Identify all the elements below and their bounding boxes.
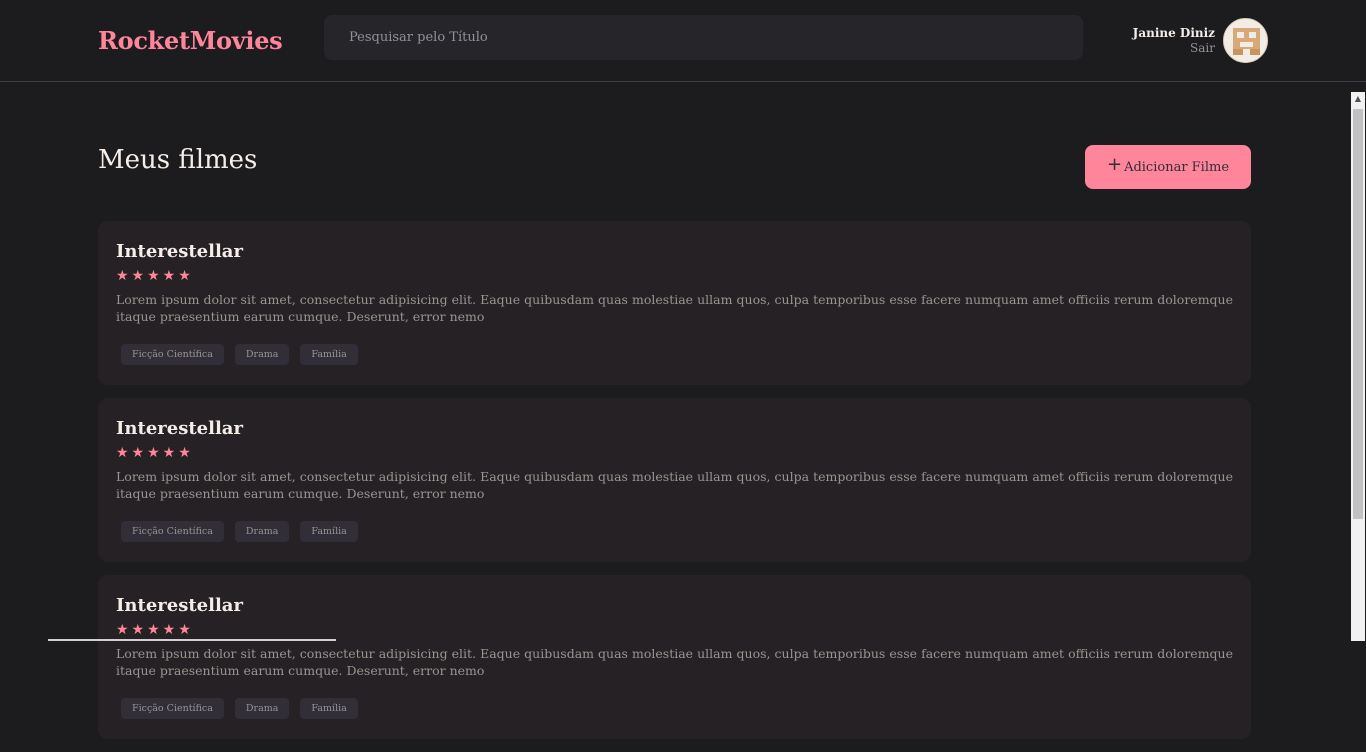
brand-logo[interactable]: RocketMovies [98,26,282,55]
tag-list: Ficção Científica Drama Família [121,698,1233,719]
rating-stars-icon: ★★★★★ [116,444,1233,462]
plus-icon: + [1107,156,1122,174]
tag: Ficção Científica [121,521,224,542]
tag: Família [300,698,357,719]
avatar[interactable] [1223,18,1268,63]
movie-description: Lorem ipsum dolor sit amet, consectetur … [116,469,1233,502]
movie-list: Interestellar ★★★★★ Lorem ipsum dolor si… [98,221,1251,752]
logout-link[interactable]: Sair [1133,41,1215,56]
movie-title: Interestellar [116,241,1233,263]
user-profile: Janine Diniz Sair [1133,18,1268,63]
profile-text: Janine Diniz Sair [1133,26,1215,56]
add-movie-label: Adicionar Filme [1124,160,1229,175]
tag: Família [300,521,357,542]
tag-list: Ficção Científica Drama Família [121,521,1233,542]
tag: Família [300,344,357,365]
movie-title: Interestellar [116,595,1233,617]
tag: Ficção Científica [121,344,224,365]
add-movie-button[interactable]: + Adicionar Filme [1085,145,1251,189]
avatar-image-icon [1224,19,1268,63]
movie-description: Lorem ipsum dolor sit amet, consectetur … [116,292,1233,325]
search-input[interactable] [324,15,1083,60]
tag: Drama [235,698,290,719]
tag: Drama [235,344,290,365]
user-name: Janine Diniz [1133,26,1215,41]
movie-title: Interestellar [116,418,1233,440]
movie-card[interactable]: Interestellar ★★★★★ Lorem ipsum dolor si… [98,221,1251,385]
scroll-up-icon[interactable]: ▲ [1351,92,1365,106]
scrollbar-thumb[interactable] [1353,109,1363,519]
movie-description: Lorem ipsum dolor sit amet, consectetur … [116,646,1233,679]
movie-card[interactable]: Interestellar ★★★★★ Lorem ipsum dolor si… [98,575,1251,739]
tag: Drama [235,521,290,542]
rating-stars-icon: ★★★★★ [116,267,1233,285]
app-header: RocketMovies Janine Diniz Sair [0,0,1366,82]
rating-stars-icon: ★★★★★ [116,621,1233,639]
tag: Ficção Científica [121,698,224,719]
tag-list: Ficção Científica Drama Família [121,344,1233,365]
movie-card[interactable]: Interestellar ★★★★★ Lorem ipsum dolor si… [98,398,1251,562]
page-title: Meus filmes [98,145,257,175]
